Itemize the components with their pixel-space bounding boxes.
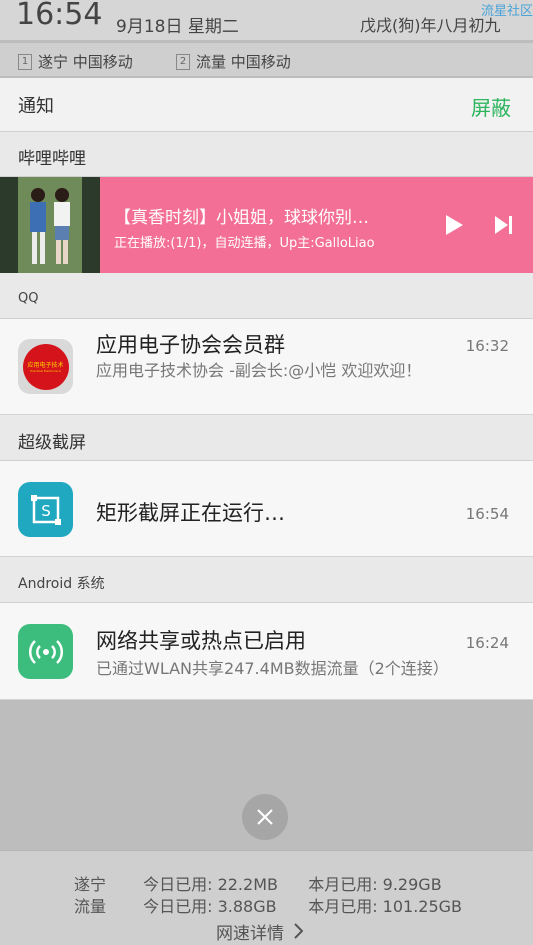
screenshot-notification[interactable]: S 矩形截屏正在运行… 16:54: [0, 461, 533, 557]
sim2: 2 流量 中国移动: [176, 51, 291, 72]
data-usage-footer: 遂宁 今日已用: 22.2MB 本月已用: 9.29GB 流量 今日已用: 3.…: [0, 850, 533, 945]
speed-details-link[interactable]: 网速详情: [216, 919, 304, 944]
usage-month: 本月已用: 101.25GB: [308, 897, 463, 916]
group-header-screenshot: 超级截屏: [0, 415, 533, 461]
video-thumbnail: [0, 177, 100, 273]
clock: 16:54: [16, 0, 103, 32]
usage-today: 今日已用: 22.2MB: [143, 875, 278, 894]
notification-header: 通知 屏蔽: [0, 78, 533, 132]
chevron-right-icon: [293, 923, 304, 944]
usage-name: 流量: [74, 897, 107, 916]
sim1-slot-icon: 1: [18, 53, 32, 70]
qq-notification[interactable]: 应用电子技术 Practical Electrical A 应用电子协会会员群 …: [0, 319, 533, 415]
group-label: QQ: [18, 291, 39, 306]
lunar-date: 戊戌(狗)年八月初九: [360, 16, 501, 35]
notification-title: 应用电子协会会员群: [96, 333, 285, 357]
notification-text: 应用电子技术协会 -副会长:@小恺 欢迎欢迎！: [96, 361, 422, 380]
usage-name: 遂宁: [74, 875, 107, 894]
sim2-label: 流量 中国移动: [196, 53, 291, 71]
hotspot-notification[interactable]: 网络共享或热点已启用 16:24 已通过WLAN共享247.4MB数据流量（2个…: [0, 603, 533, 700]
group-label: 超级截屏: [18, 433, 86, 453]
skip-next-icon[interactable]: [490, 211, 518, 239]
status-bar: 16:54 9月18日 星期二 戊戌(狗)年八月初九 流星社区: [0, 0, 533, 40]
usage-month: 本月已用: 9.29GB: [308, 875, 442, 894]
usage-today: 今日已用: 3.88GB: [143, 897, 277, 916]
notification-title: 通知: [18, 96, 54, 117]
play-icon[interactable]: [440, 211, 468, 239]
group-header-android: Android 系统: [0, 557, 533, 603]
sim2-slot-icon: 2: [176, 53, 190, 70]
notification-title: 网络共享或热点已启用: [96, 629, 306, 653]
carrier-bar: 1 遂宁 中国移动 2 流量 中国移动: [0, 42, 533, 76]
speed-details-label: 网速详情: [216, 924, 284, 944]
hotspot-icon: [18, 624, 73, 679]
notification-time: 16:24: [465, 634, 509, 652]
svg-text:S: S: [41, 502, 51, 520]
screenshot-app-icon: S: [18, 482, 73, 537]
notification-title: 矩形截屏正在运行…: [96, 501, 285, 525]
sim1-label: 遂宁 中国移动: [38, 53, 133, 71]
group-header-qq: QQ: [0, 273, 533, 319]
group-header-bilibili: 哔哩哔哩: [0, 132, 533, 177]
block-button[interactable]: 屏蔽: [471, 92, 511, 121]
sim1: 1 遂宁 中国移动: [18, 51, 133, 72]
usage-row-2: 流量 今日已用: 3.88GB 本月已用: 101.25GB: [74, 893, 462, 917]
close-icon: [257, 809, 273, 825]
clear-all-button[interactable]: [242, 794, 288, 840]
usage-row-1: 遂宁 今日已用: 22.2MB 本月已用: 9.29GB: [74, 871, 442, 895]
media-notification[interactable]: 【真香时刻】小姐姐，球球你别… 正在播放:(1/1)，自动连播，Up主:Gall…: [0, 177, 533, 273]
media-subtitle: 正在播放:(1/1)，自动连播，Up主:GalloLiao: [114, 236, 375, 251]
date: 9月18日 星期二: [116, 17, 239, 37]
association-logo: 应用电子技术 Practical Electrical A: [22, 343, 69, 390]
notification-time: 16:54: [465, 505, 509, 523]
watermark: 流星社区: [480, 4, 533, 19]
qq-group-avatar: 应用电子技术 Practical Electrical A: [18, 339, 73, 394]
notification-time: 16:32: [465, 337, 509, 355]
group-label: Android 系统: [18, 576, 105, 592]
notification-text: 已通过WLAN共享247.4MB数据流量（2个连接）: [96, 659, 449, 678]
group-label: 哔哩哔哩: [18, 149, 86, 169]
media-title: 【真香时刻】小姐姐，球球你别…: [114, 208, 369, 228]
